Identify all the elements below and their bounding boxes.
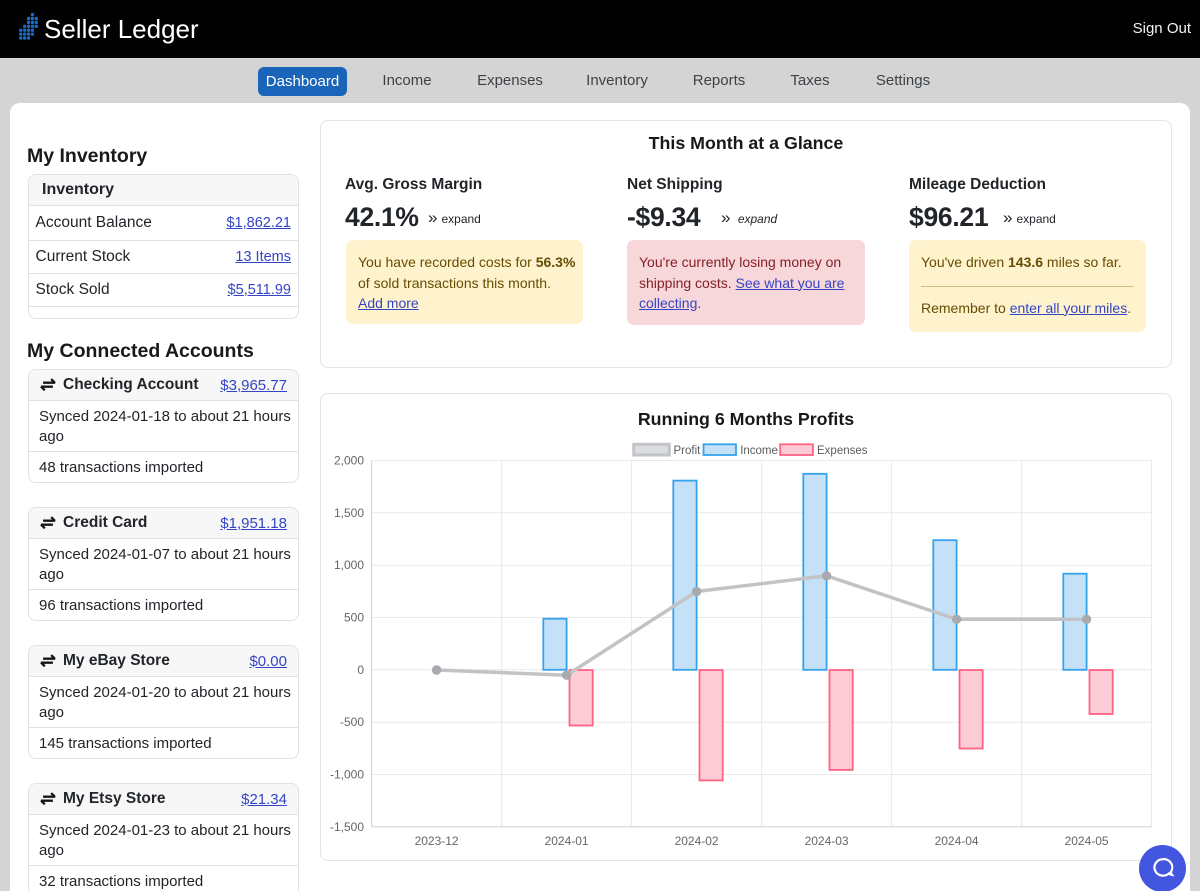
svg-text:Running 6 Months Profits: Running 6 Months Profits	[638, 409, 854, 429]
svg-text:2023-12: 2023-12	[415, 834, 459, 848]
svg-text:0: 0	[357, 663, 364, 677]
svg-text:Income: Income	[740, 445, 778, 457]
svg-text:500: 500	[344, 611, 364, 625]
svg-text:-500: -500	[340, 715, 364, 729]
svg-text:Profit: Profit	[674, 445, 702, 457]
svg-text:2,000: 2,000	[334, 454, 364, 468]
svg-text:1,000: 1,000	[334, 558, 364, 572]
svg-text:2024-04: 2024-04	[935, 834, 979, 848]
svg-text:2024-02: 2024-02	[675, 834, 719, 848]
svg-text:-1,000: -1,000	[330, 768, 364, 782]
svg-text:2024-01: 2024-01	[545, 834, 589, 848]
svg-text:1,500: 1,500	[334, 506, 364, 520]
svg-text:-1,500: -1,500	[330, 820, 364, 834]
svg-text:2024-03: 2024-03	[805, 834, 849, 848]
svg-text:Expenses: Expenses	[817, 445, 868, 457]
svg-text:2024-05: 2024-05	[1065, 834, 1109, 848]
